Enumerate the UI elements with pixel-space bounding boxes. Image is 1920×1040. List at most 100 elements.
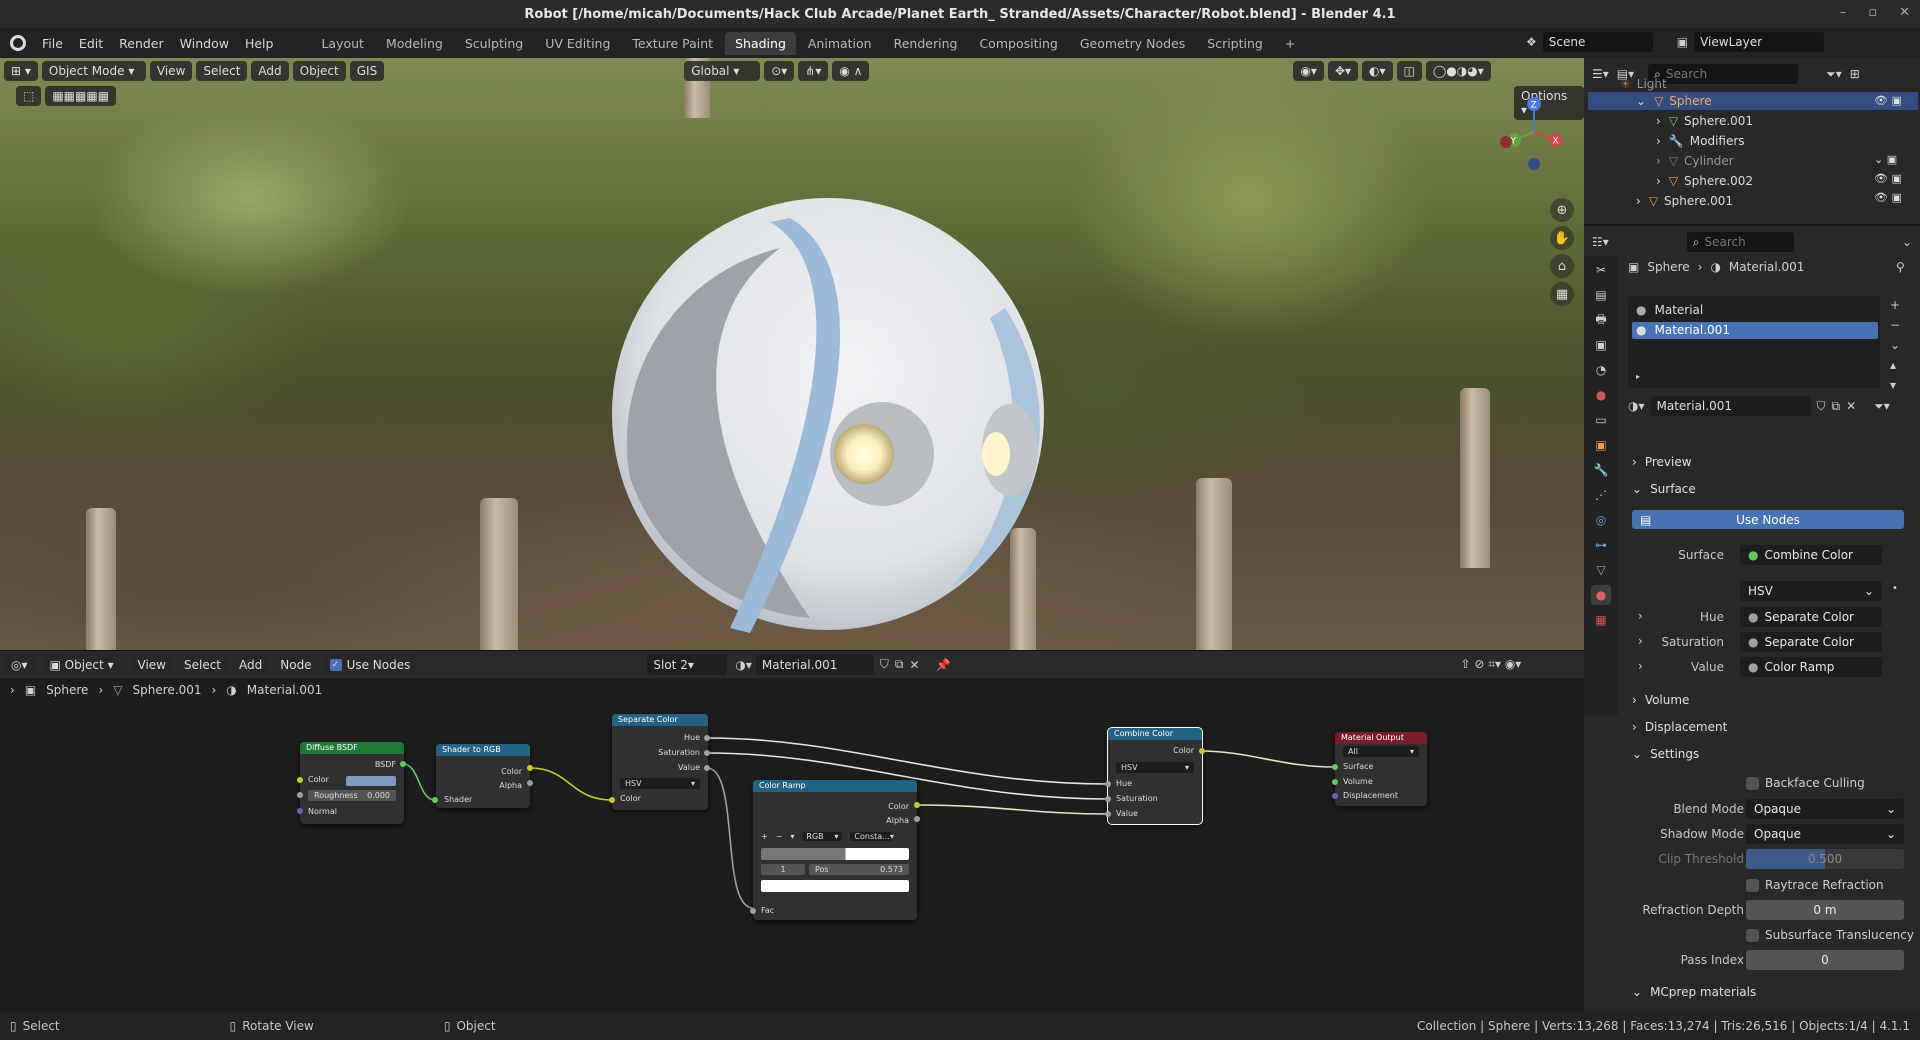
viewport-menu-add[interactable]: Add <box>251 61 289 81</box>
properties-options-icon[interactable]: ⌄ <box>1902 235 1912 249</box>
raytrace-refraction-checkbox[interactable]: Raytrace Refraction <box>1746 878 1884 892</box>
gizmo-toggle-icon[interactable]: ✥▾ <box>1327 61 1359 81</box>
eye-icon[interactable]: 👁 ▣ <box>1874 172 1902 185</box>
maximize-icon[interactable]: ▫ <box>1868 5 1877 20</box>
tab-scripting[interactable]: Scripting <box>1197 32 1273 55</box>
remove-slot-icon[interactable]: − <box>1890 318 1900 332</box>
outliner-item-sphere-001[interactable]: › ▽ Sphere.001 <box>1636 191 1733 211</box>
node-separate-color[interactable]: Separate Color Hue Saturation Value HSV ▾… <box>612 714 708 810</box>
menu-window[interactable]: Window <box>172 36 237 51</box>
physics-tab-icon[interactable]: ◎ <box>1591 510 1611 530</box>
tab-sculpting[interactable]: Sculpting <box>455 32 533 55</box>
tab-shading[interactable]: Shading <box>725 31 796 55</box>
value-input[interactable]: ● Color Ramp <box>1740 657 1882 677</box>
shading-modes-icon[interactable]: ◯●◑◕▾ <box>1425 61 1491 81</box>
section-volume[interactable]: › Volume <box>1632 688 1689 712</box>
socket[interactable] <box>914 802 920 808</box>
pivot-icon[interactable]: ⊙▾ <box>764 61 795 81</box>
expand-arrow-icon[interactable]: ▸ <box>1636 372 1640 381</box>
object-mode-select[interactable]: Object Mode ▾ <box>41 61 146 81</box>
ramp-stop-color[interactable] <box>761 880 909 892</box>
socket[interactable] <box>704 750 710 756</box>
socket[interactable] <box>1332 764 1338 770</box>
outliner-item-sphere[interactable]: ⌄ ▽ Sphere <box>1636 91 1712 111</box>
tool-tab-icon[interactable]: ✂ <box>1591 260 1611 280</box>
tab-texture-paint[interactable]: Texture Paint <box>622 32 723 55</box>
ramp-stop-index[interactable]: 1 <box>761 864 805 875</box>
socket[interactable] <box>297 808 303 814</box>
outliner-item-modifiers[interactable]: › 🔧 Modifiers <box>1656 131 1745 151</box>
properties-search[interactable]: ⌕ Search <box>1686 232 1794 252</box>
section-mcprep-materials[interactable]: ⌄ MCprep materials <box>1632 980 1756 1004</box>
slot-menu-icon[interactable]: ⌄ <box>1890 338 1900 352</box>
socket[interactable] <box>704 735 710 741</box>
shadow-mode-select[interactable]: Opaque ⌄ <box>1746 824 1904 844</box>
add-slot-icon[interactable]: + <box>1890 298 1900 312</box>
node-color-ramp[interactable]: Color Ramp Color Alpha + − ▾ RGB ▾ Consta..… <box>753 780 917 920</box>
view-layer-tab-icon[interactable]: ▣ <box>1591 335 1611 355</box>
socket[interactable] <box>432 797 438 803</box>
menu-edit[interactable]: Edit <box>71 36 111 51</box>
socket[interactable] <box>1332 779 1338 785</box>
use-nodes-button[interactable]: ▤ Use Nodes <box>1632 510 1904 529</box>
menu-help[interactable]: Help <box>237 36 282 51</box>
ramp-stop-position[interactable]: Pos 0.573 <box>809 864 909 875</box>
material-name-field[interactable]: Material.001 <box>1650 396 1811 416</box>
viewlayer-icon[interactable]: ▣ <box>1677 35 1688 49</box>
filter-icon[interactable]: ⏷▾ <box>1826 67 1842 82</box>
viewport-menu-object[interactable]: Object <box>292 61 346 81</box>
hue-input[interactable]: ● Separate Color <box>1740 607 1882 627</box>
surface-input[interactable]: ● Combine Color <box>1740 545 1882 565</box>
camera-icon[interactable]: ⌂ <box>1550 254 1574 278</box>
viewport-menu-view[interactable]: View <box>149 61 193 81</box>
socket[interactable] <box>297 792 303 798</box>
tab-rendering[interactable]: Rendering <box>884 32 968 55</box>
socket[interactable] <box>1332 793 1338 799</box>
tab-modeling[interactable]: Modeling <box>376 32 453 55</box>
eye-icon[interactable]: 👁 ▣ <box>1874 94 1902 107</box>
material-slot-item-selected[interactable]: ● Material.001 <box>1636 320 1730 340</box>
pin-icon[interactable]: ⚲ <box>1896 260 1905 274</box>
node-material-output[interactable]: Material Output All ▾ Surface Volume Disp… <box>1335 732 1427 806</box>
combine-mode-select[interactable]: HSV ▾ <box>1116 762 1194 773</box>
properties-editor-icon[interactable]: ☷▾ <box>1592 235 1609 249</box>
minimize-icon[interactable]: – <box>1840 5 1847 20</box>
socket[interactable] <box>1199 748 1205 754</box>
menu-file[interactable]: File <box>34 36 71 51</box>
add-stop-icon[interactable]: + <box>761 832 768 841</box>
backface-culling-checkbox[interactable]: Backface Culling <box>1746 776 1865 790</box>
eye-icon[interactable]: 👁 ▣ <box>1874 191 1902 204</box>
material-browse-icon[interactable]: ◑▾ <box>1628 399 1645 413</box>
section-surface[interactable]: ⌄ Surface <box>1632 477 1696 501</box>
perspective-grid-icon[interactable]: ▦ <box>1550 282 1574 306</box>
section-settings[interactable]: ⌄ Settings <box>1632 742 1699 766</box>
move-down-icon[interactable]: ▾ <box>1890 378 1900 392</box>
outliner-search[interactable]: ⌕ Search <box>1648 64 1799 84</box>
pan-hand-icon[interactable]: ✋ <box>1550 226 1574 250</box>
material-slot-item[interactable]: ● Material <box>1636 300 1703 320</box>
viewport-menu-select[interactable]: Select <box>196 61 248 81</box>
node-diffuse-bsdf[interactable]: Diffuse BSDF BSDF Color Roughness 0.000 N… <box>300 742 404 824</box>
outliner-item-sphere-002[interactable]: › ▽ Sphere.002 <box>1656 171 1753 191</box>
scene-field[interactable]: Scene <box>1542 32 1653 52</box>
color-swatch[interactable] <box>346 776 396 786</box>
select-tool-icon[interactable]: ⬚ <box>16 86 42 106</box>
outliner-item-sphere-001-mesh[interactable]: › ▽ Sphere.001 <box>1656 111 1753 131</box>
output-target-select[interactable]: All ▾ <box>1343 746 1419 757</box>
object-tab-icon[interactable]: ▣ <box>1591 435 1611 455</box>
add-workspace-icon[interactable]: + <box>1275 32 1305 55</box>
snap-icon[interactable]: ⋔▾ <box>798 61 829 81</box>
ramp-interpolation-select[interactable]: Consta... ▾ <box>850 832 894 841</box>
robot-sphere-model[interactable] <box>600 188 1060 648</box>
keyframe-dot-icon[interactable]: • <box>1892 583 1898 594</box>
texture-tab-icon[interactable]: ▦ <box>1591 610 1611 630</box>
particles-tab-icon[interactable]: ⋰ <box>1591 485 1611 505</box>
socket[interactable] <box>1105 811 1111 817</box>
collapse-icon[interactable]: ⌄ <box>1636 94 1646 108</box>
subsurface-translucency-checkbox[interactable]: Subsurface Translucency <box>1746 928 1914 942</box>
socket[interactable] <box>914 816 920 822</box>
section-displacement[interactable]: › Displacement <box>1632 715 1727 739</box>
fake-user-icon[interactable]: ⛉ <box>1817 399 1826 414</box>
constraints-tab-icon[interactable]: ⊶ <box>1591 535 1611 555</box>
ramp-color-mode-select[interactable]: RGB ▾ <box>802 832 843 841</box>
